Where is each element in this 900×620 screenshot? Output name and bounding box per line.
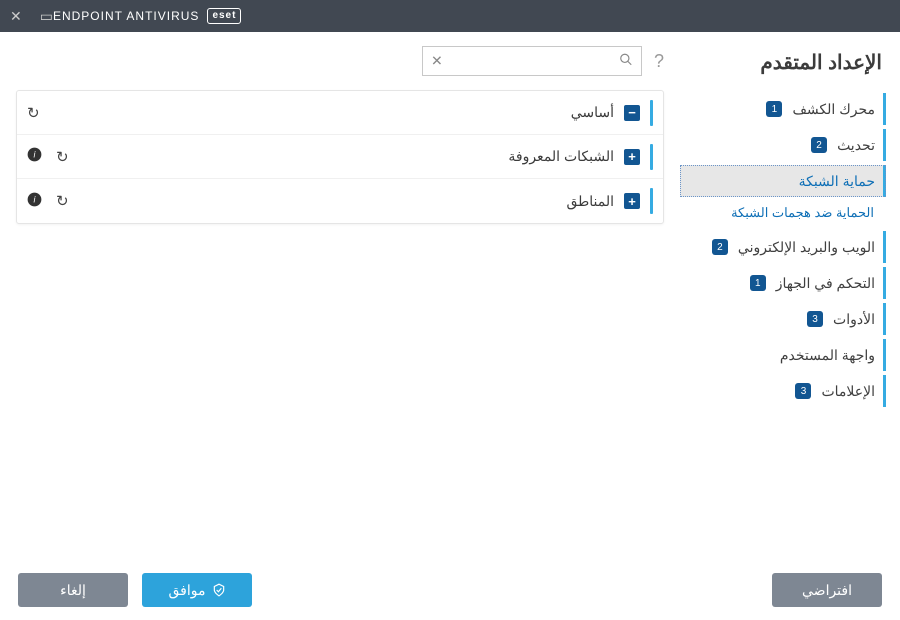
section-label: المناطق [69, 193, 614, 210]
sidebar-item-label: واجهة المستخدم [780, 347, 875, 364]
search-box[interactable]: ✕ [422, 46, 642, 76]
content-pane: ✕ ? − أساسي ↻ + الشبكات المعروفة ↻ [0, 32, 680, 560]
sidebar-item-label: الإعلامات [821, 383, 875, 400]
accent-bar [650, 144, 653, 170]
sidebar-item-label: الأدوات [833, 311, 875, 328]
brand-logo: eset [207, 8, 241, 24]
sidebar-item-update[interactable]: تحديث 2 [680, 129, 886, 161]
badge: 3 [795, 383, 811, 399]
help-icon[interactable]: ? [654, 51, 664, 72]
sidebar-item-detection-engine[interactable]: محرك الكشف 1 [680, 93, 886, 125]
clear-icon[interactable]: ✕ [431, 53, 443, 70]
info-icon[interactable]: i [27, 147, 42, 166]
sidebar-item-label: حماية الشبكة [799, 173, 875, 190]
accent-bar [650, 188, 653, 214]
sidebar-item-label: تحديث [837, 137, 875, 154]
badge: 3 [807, 311, 823, 327]
badge: 2 [811, 137, 827, 153]
title-bar: ▭ ✕ eset ENDPOINT ANTIVIRUS [0, 0, 900, 32]
sidebar-item-notifications[interactable]: الإعلامات 3 [680, 375, 886, 407]
brand: eset ENDPOINT ANTIVIRUS [53, 8, 241, 24]
sidebar-item-device-control[interactable]: التحكم في الجهاز 1 [680, 267, 886, 299]
section-basic[interactable]: − أساسي ↻ [17, 91, 663, 135]
sidebar-item-ui[interactable]: واجهة المستخدم [680, 339, 886, 371]
page-title: الإعداد المتقدم [680, 50, 886, 75]
reset-icon[interactable]: ↻ [56, 192, 69, 210]
sidebar-subitem-network-attack-protection[interactable]: الحماية ضد هجمات الشبكة [680, 201, 886, 231]
reset-icon[interactable]: ↻ [56, 148, 69, 166]
section-label: أساسي [40, 104, 614, 121]
section-zones[interactable]: + المناطق ↻ i [17, 179, 663, 223]
sidebar-item-label: التحكم في الجهاز [776, 275, 875, 292]
maximize-icon[interactable]: ▭ [40, 8, 53, 25]
default-button[interactable]: افتراضي [772, 573, 882, 607]
badge: 1 [750, 275, 766, 291]
settings-panel: − أساسي ↻ + الشبكات المعروفة ↻ i [16, 90, 664, 224]
sidebar-item-tools[interactable]: الأدوات 3 [680, 303, 886, 335]
reset-icon[interactable]: ↻ [27, 104, 40, 122]
info-icon[interactable]: i [27, 192, 42, 211]
ok-button-label: موافق [169, 582, 206, 599]
section-known-networks[interactable]: + الشبكات المعروفة ↻ i [17, 135, 663, 179]
sidebar-item-label: الويب والبريد الإلكتروني [738, 239, 875, 256]
shield-icon [212, 583, 226, 597]
cancel-button[interactable]: إلغاء [18, 573, 128, 607]
expand-icon[interactable]: + [624, 193, 640, 209]
badge: 2 [712, 239, 728, 255]
search-icon [619, 53, 633, 70]
brand-text: ENDPOINT ANTIVIRUS [53, 9, 199, 23]
expand-icon[interactable]: + [624, 149, 640, 165]
sidebar-item-network-protection[interactable]: حماية الشبكة [680, 165, 886, 197]
sidebar-item-label: محرك الكشف [792, 101, 875, 118]
ok-button[interactable]: موافق [142, 573, 252, 607]
sidebar: الإعداد المتقدم محرك الكشف 1 تحديث 2 حما… [680, 32, 900, 560]
footer: افتراضي موافق إلغاء [0, 560, 900, 620]
badge: 1 [766, 101, 782, 117]
sidebar-item-web-email[interactable]: الويب والبريد الإلكتروني 2 [680, 231, 886, 263]
search-input[interactable] [423, 47, 641, 75]
collapse-icon[interactable]: − [624, 105, 640, 121]
close-icon[interactable]: ✕ [10, 8, 22, 25]
accent-bar [650, 100, 653, 126]
section-label: الشبكات المعروفة [69, 148, 614, 165]
